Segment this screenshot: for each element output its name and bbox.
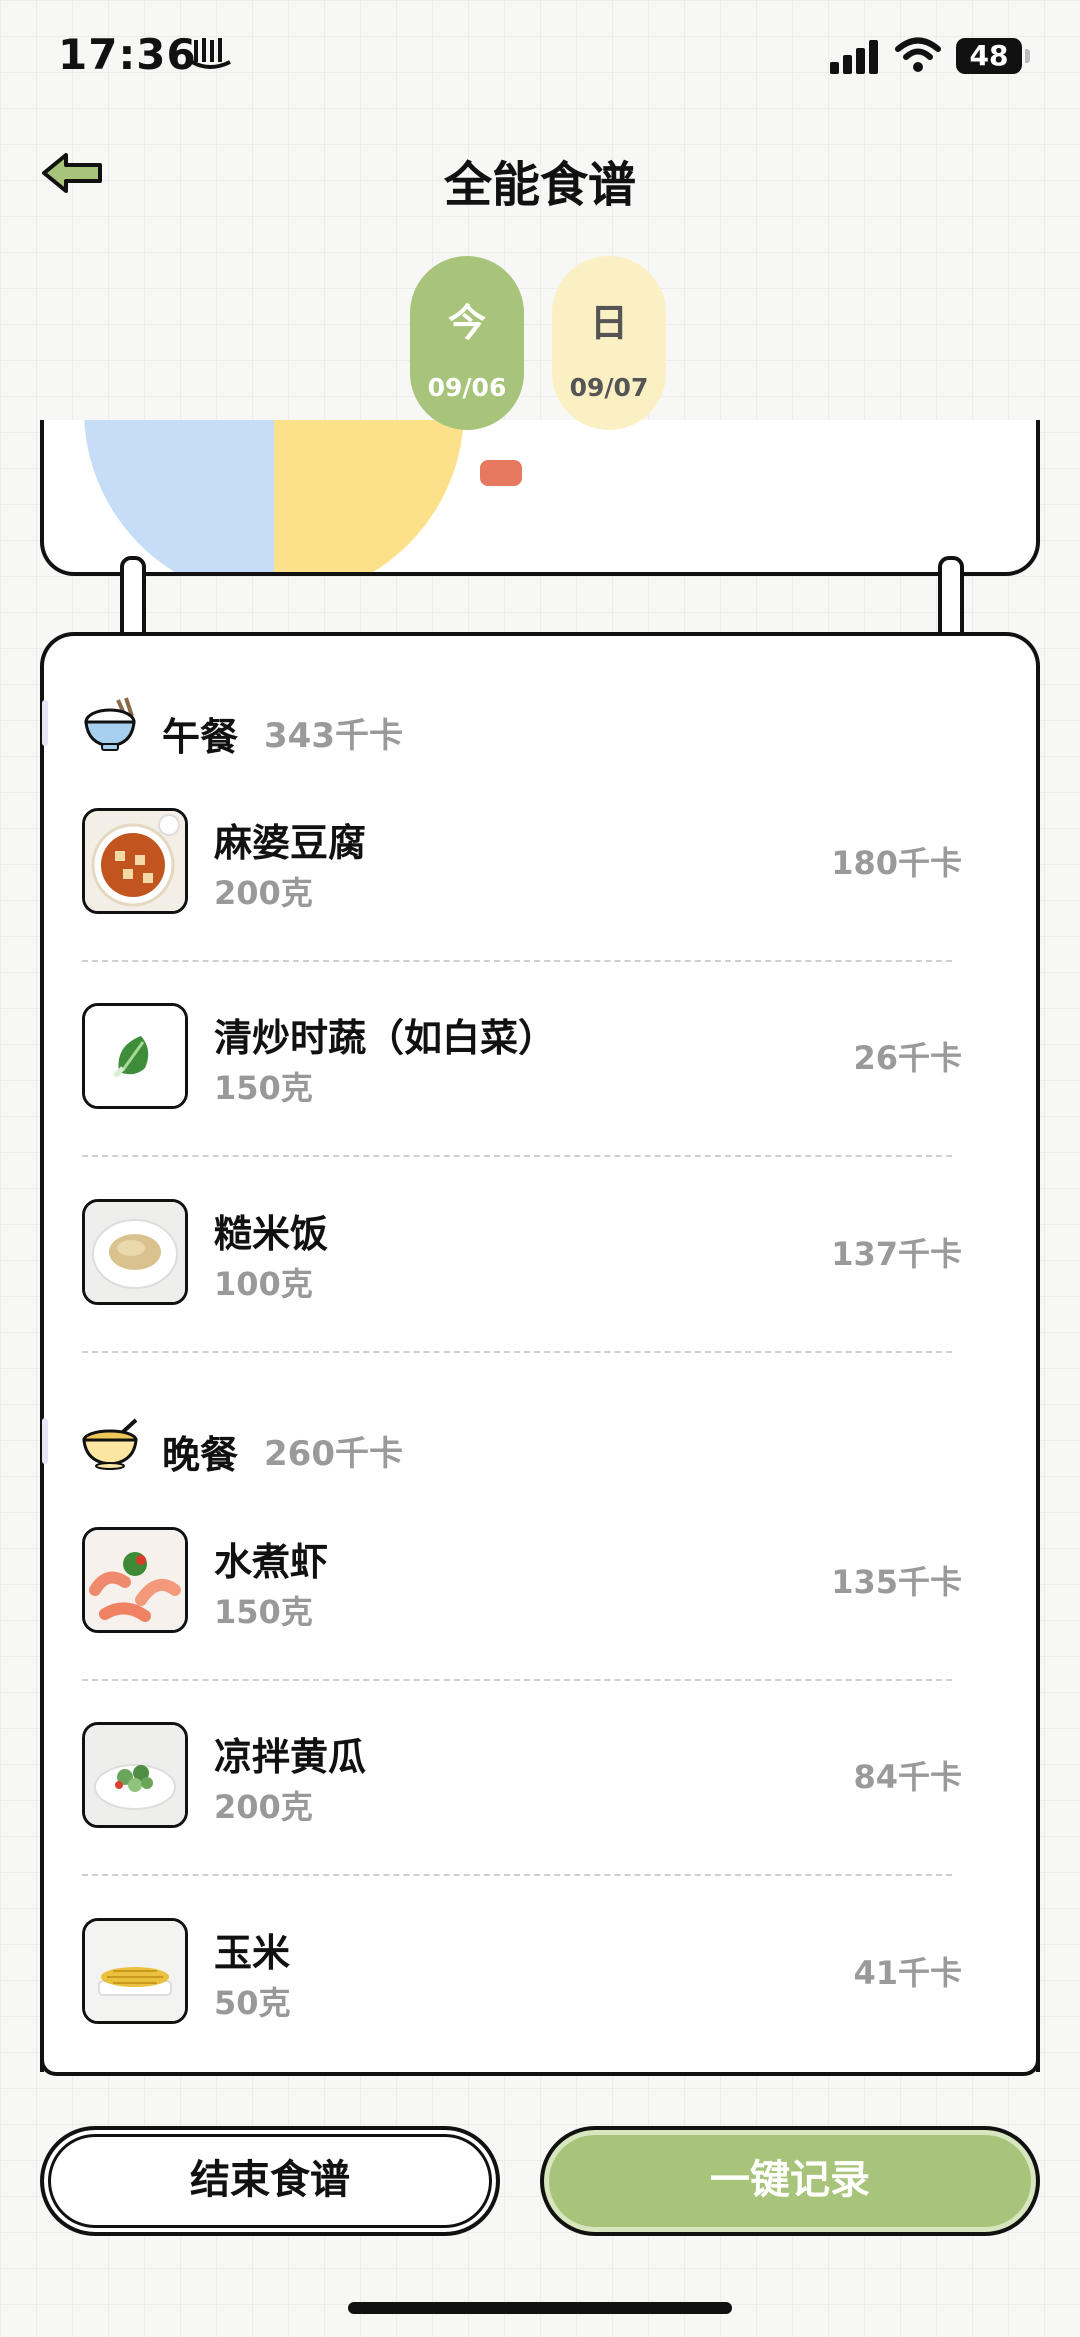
macro-pie-chart xyxy=(84,420,464,572)
meal-name: 晚餐 xyxy=(162,1432,239,1477)
item-divider xyxy=(82,960,952,962)
food-kcal: 41千卡 xyxy=(853,1954,962,1992)
item-divider xyxy=(82,1874,952,1876)
food-kcal: 135千卡 xyxy=(831,1563,962,1601)
food-item[interactable]: 水煮虾 150克 135千卡 xyxy=(40,1527,1040,1723)
boiled-shrimp-thumbnail xyxy=(82,1527,188,1633)
food-name: 凉拌黄瓜 xyxy=(214,1734,367,1779)
rice-bowl-icon xyxy=(84,697,136,751)
meal-header-lunch: 午餐 343千卡 xyxy=(40,690,1040,760)
meal-kcal: 343千卡 xyxy=(264,716,403,756)
food-name: 清炒时蔬（如白菜） xyxy=(214,1015,557,1060)
date-pill-date: 09/06 xyxy=(427,373,507,402)
meal-name: 午餐 xyxy=(162,714,239,759)
status-time: 17:36 xyxy=(58,30,197,79)
cucumber-salad-thumbnail xyxy=(82,1722,188,1828)
wifi-icon xyxy=(895,37,941,72)
app-notification-icon xyxy=(191,38,231,69)
food-name: 玉米 xyxy=(214,1930,291,1975)
food-item[interactable]: 清炒时蔬（如白菜） 150克 26千卡 xyxy=(40,1003,1040,1199)
food-item[interactable]: 玉米 50克 41千卡 xyxy=(40,1918,1040,2114)
food-weight: 50克 xyxy=(214,1984,291,2022)
food-weight: 200克 xyxy=(214,1788,313,1826)
item-divider xyxy=(82,1155,952,1157)
food-item[interactable]: 麻婆豆腐 200克 180千卡 xyxy=(40,808,1040,1004)
page-title: 全能食谱 xyxy=(443,157,636,213)
food-weight: 200克 xyxy=(214,874,313,912)
mapo-tofu-thumbnail xyxy=(82,808,188,914)
meal-kcal: 260千卡 xyxy=(264,1434,403,1474)
soup-bowl-icon xyxy=(82,1418,138,1470)
end-recipe-button[interactable]: 结束食谱 xyxy=(40,2126,500,2236)
food-weight: 150克 xyxy=(214,1593,313,1631)
item-divider xyxy=(82,1351,952,1353)
nutrition-summary-card xyxy=(40,420,1040,576)
home-indicator[interactable] xyxy=(348,2302,732,2314)
greens-thumbnail xyxy=(82,1003,188,1109)
food-name: 糙米饭 xyxy=(214,1211,329,1256)
food-item[interactable]: 凉拌黄瓜 200克 84千卡 xyxy=(40,1722,1040,1918)
food-kcal: 180千卡 xyxy=(831,844,962,882)
food-kcal: 84千卡 xyxy=(853,1758,962,1796)
meal-header-dinner: 晚餐 260千卡 xyxy=(40,1408,1040,1478)
date-pill-today[interactable]: 今 09/06 xyxy=(410,256,524,430)
corn-thumbnail xyxy=(82,1918,188,2024)
date-pill-date: 09/07 xyxy=(569,373,649,402)
food-weight: 100克 xyxy=(214,1265,313,1303)
item-divider xyxy=(82,1679,952,1681)
food-kcal: 26千卡 xyxy=(853,1039,962,1077)
date-pill-next[interactable]: 日 09/07 xyxy=(552,256,666,430)
food-kcal: 137千卡 xyxy=(831,1235,962,1273)
brown-rice-thumbnail xyxy=(82,1199,188,1305)
food-item[interactable]: 糙米饭 100克 137千卡 xyxy=(40,1199,1040,1395)
one-tap-record-button[interactable]: 一键记录 xyxy=(540,2126,1040,2236)
cellular-signal-icon xyxy=(830,40,878,74)
date-pill-char: 日 xyxy=(589,300,628,345)
food-name: 水煮虾 xyxy=(214,1539,329,1584)
date-pill-char: 今 xyxy=(447,300,486,345)
battery-indicator: 48 xyxy=(956,38,1030,74)
status-bar: 17:36 48 xyxy=(0,0,1080,110)
food-name: 麻婆豆腐 xyxy=(214,820,367,865)
fat-icon xyxy=(480,460,522,486)
food-weight: 150克 xyxy=(214,1069,313,1107)
